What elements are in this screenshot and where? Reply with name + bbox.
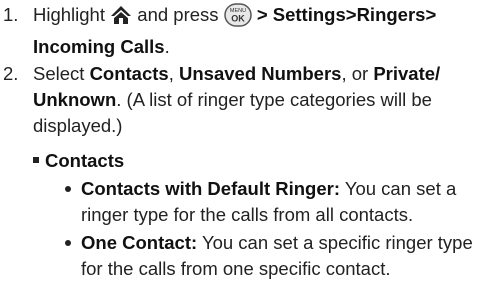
list-item-text: Contacts with Default Ringer: You can se… <box>81 176 483 228</box>
step-text: , <box>168 63 174 84</box>
menu-key-bottom-label: OK <box>231 14 245 24</box>
section-title: Contacts <box>45 150 125 171</box>
step-number: 1. <box>3 4 19 25</box>
path-incoming-calls: Incoming Calls <box>33 36 165 57</box>
separator: > <box>345 4 357 25</box>
round-bullet-icon <box>65 240 71 246</box>
item-term: Contacts with Default Ringer: <box>81 178 341 199</box>
step-text: Select <box>33 63 85 84</box>
separator: > <box>425 4 437 25</box>
path-ringers: Ringers <box>356 4 426 25</box>
separator: > <box>256 4 268 25</box>
section-heading: Contacts <box>33 148 124 174</box>
step-text: , or <box>341 63 369 84</box>
step-2-text: Select Contacts, Unsaved Numbers, or Pri… <box>33 61 483 139</box>
list-item-text: One Contact: You can set a specific ring… <box>81 230 483 282</box>
square-bullet-icon <box>33 157 39 163</box>
step-number: 2. <box>3 63 19 84</box>
option-unsaved-numbers: Unsaved Numbers <box>179 63 342 84</box>
step-text: Highlight <box>33 4 105 25</box>
menu-ok-key-icon: MENU OK <box>223 3 252 34</box>
home-icon <box>110 5 132 32</box>
path-settings: Settings <box>272 4 346 25</box>
step-text: and press <box>137 4 219 25</box>
document-page: { "steps": [ { "number": "1.", "text_a":… <box>0 0 487 279</box>
step-1-text: Highlight and press MENU OK > Settings>R… <box>33 2 483 60</box>
step-text: . <box>164 36 170 57</box>
round-bullet-icon <box>65 186 71 192</box>
option-contacts: Contacts <box>89 63 169 84</box>
item-term: One Contact: <box>81 232 198 253</box>
